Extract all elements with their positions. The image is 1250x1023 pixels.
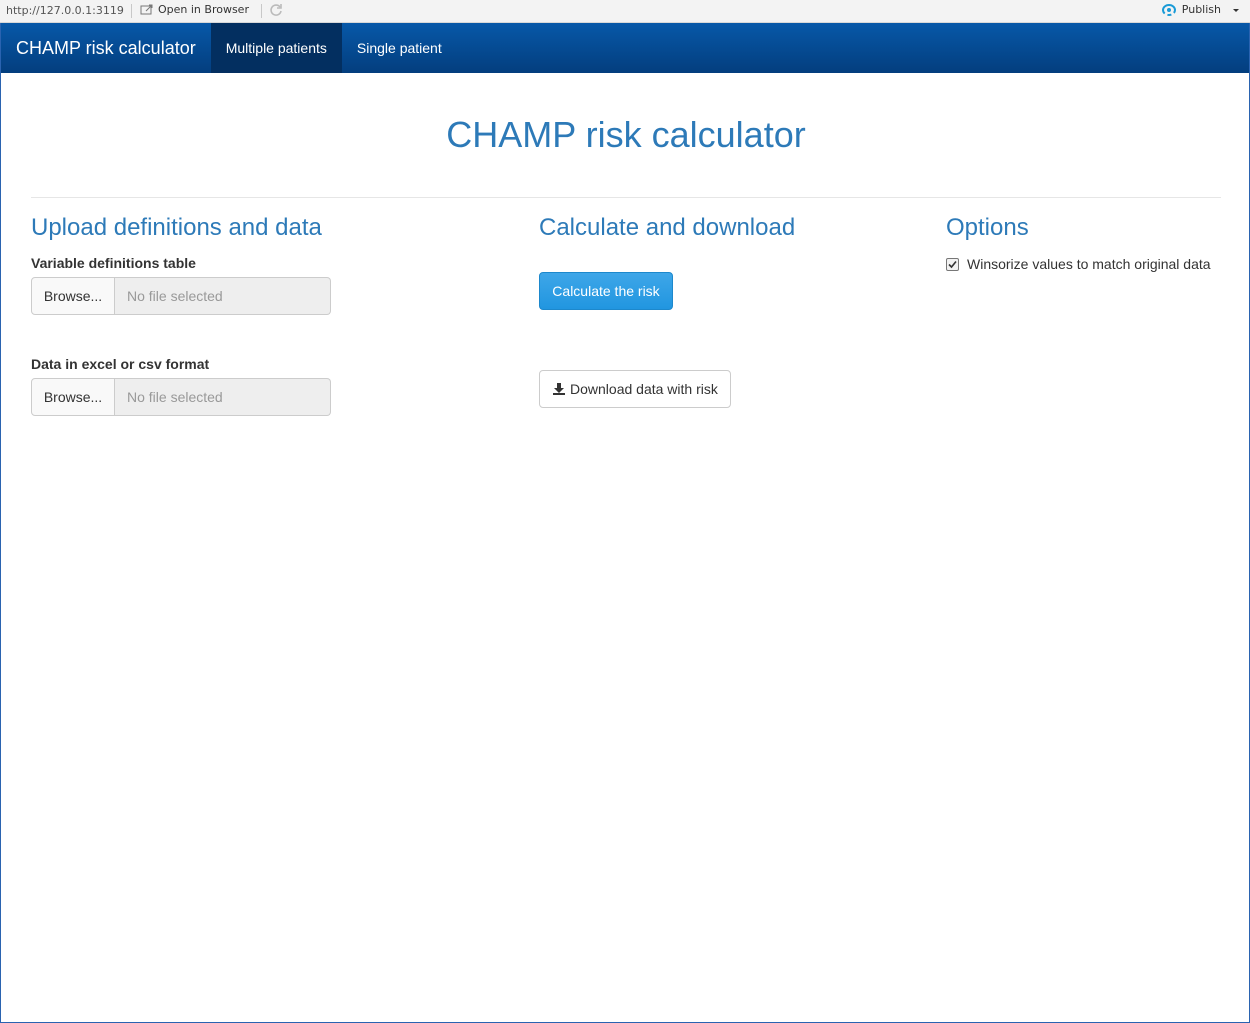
publish-label: Publish	[1181, 3, 1221, 16]
open-in-browser-label: Open in Browser	[158, 3, 249, 16]
winsorize-option[interactable]: Winsorize values to match original data	[946, 256, 1221, 272]
calculate-section: Calculate and download Calculate the ris…	[539, 213, 919, 408]
chevron-down-icon[interactable]	[1232, 6, 1240, 14]
definitions-file-name: No file selected	[115, 277, 331, 315]
download-data-label: Download data with risk	[570, 381, 718, 397]
data-file-name: No file selected	[115, 378, 331, 416]
toolbar-divider	[261, 4, 262, 18]
publish-button[interactable]: Publish	[1161, 3, 1240, 16]
download-data-button[interactable]: Download data with risk	[539, 370, 731, 408]
tab-multiple-patients[interactable]: Multiple patients	[210, 23, 342, 73]
tab-single-patient[interactable]: Single patient	[342, 23, 457, 73]
data-browse-button[interactable]: Browse...	[31, 378, 115, 416]
checkmark-icon	[948, 260, 957, 268]
download-icon	[553, 383, 565, 395]
url-display: http://127.0.0.1:3119	[6, 4, 124, 17]
navbar: CHAMP risk calculator Multiple patients …	[1, 23, 1249, 73]
divider	[31, 197, 1221, 198]
calculate-heading: Calculate and download	[539, 214, 796, 241]
winsorize-label: Winsorize values to match original data	[967, 256, 1211, 272]
publish-icon	[1161, 3, 1176, 16]
page-title: CHAMP risk calculator	[446, 114, 806, 155]
main-content: CHAMP risk calculator Upload definitions…	[31, 73, 1221, 416]
app-frame: CHAMP risk calculator Multiple patients …	[0, 23, 1250, 1023]
open-in-browser-button[interactable]: Open in Browser	[140, 3, 249, 16]
upload-section: Upload definitions and data Variable def…	[31, 213, 511, 416]
definitions-file-input: Browse... No file selected	[31, 277, 331, 315]
definitions-label: Variable definitions table	[31, 255, 196, 271]
winsorize-checkbox[interactable]	[946, 257, 959, 271]
open-in-browser-icon	[140, 4, 153, 14]
data-label: Data in excel or csv format	[31, 356, 210, 372]
refresh-icon[interactable]	[268, 2, 284, 18]
toolbar-divider	[131, 4, 132, 18]
definitions-browse-button[interactable]: Browse...	[31, 277, 115, 315]
upload-heading: Upload definitions and data	[31, 214, 322, 241]
navbar-brand[interactable]: CHAMP risk calculator	[1, 23, 211, 73]
calculate-risk-button[interactable]: Calculate the risk	[539, 272, 673, 310]
options-heading: Options	[946, 214, 1029, 241]
viewer-toolbar: http://127.0.0.1:3119 Open in Browser Pu…	[0, 0, 1250, 23]
options-section: Options Winsorize values to match origin…	[946, 213, 1221, 272]
data-file-input: Browse... No file selected	[31, 378, 331, 416]
